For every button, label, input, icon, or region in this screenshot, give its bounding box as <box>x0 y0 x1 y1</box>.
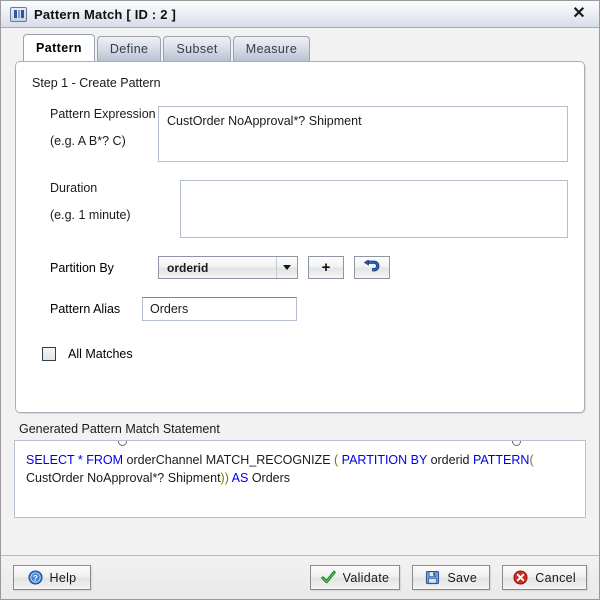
dialog-button-bar: ? Help Validate Save Cancel <box>1 555 599 599</box>
sql-token: PARTITION BY <box>341 453 428 467</box>
partition-by-row: Partition By orderid + <box>32 256 568 279</box>
sql-token: Orders <box>248 471 291 485</box>
pattern-match-icon <box>10 6 27 22</box>
pattern-alias-row: Pattern Alias Orders <box>32 297 568 321</box>
save-button-label: Save <box>447 570 478 585</box>
pattern-expression-labels: Pattern Expression (e.g. A B*? C) <box>32 106 158 149</box>
tab-measure[interactable]: Measure <box>232 36 311 61</box>
help-button-label: Help <box>49 570 77 585</box>
help-button[interactable]: ? Help <box>13 565 91 590</box>
sql-token: ( <box>529 453 534 467</box>
partition-by-select[interactable]: orderid <box>158 256 298 279</box>
close-icon[interactable]: ✕ <box>569 4 589 24</box>
pattern-alias-input[interactable]: Orders <box>142 297 297 321</box>
chevron-down-icon <box>276 257 297 278</box>
help-icon: ? <box>28 570 43 585</box>
tab-subset[interactable]: Subset <box>163 36 231 61</box>
save-button[interactable]: Save <box>412 565 491 590</box>
pattern-tab-panel: Step 1 - Create Pattern Pattern Expressi… <box>15 61 585 413</box>
pattern-expression-row: Pattern Expression (e.g. A B*? C) CustOr… <box>32 106 568 162</box>
pattern-expression-label: Pattern Expression <box>50 107 156 121</box>
svg-text:?: ? <box>32 573 37 583</box>
sql-token: AS <box>231 471 249 485</box>
duration-labels: Duration (e.g. 1 minute) <box>32 180 158 223</box>
validate-button-label: Validate <box>342 570 390 585</box>
validate-button[interactable]: Validate <box>309 565 401 590</box>
floppy-disk-icon <box>426 570 440 585</box>
duration-input[interactable] <box>180 180 568 238</box>
duration-hint: (e.g. 1 minute) <box>50 208 131 222</box>
sql-token-list: SELECT * FROM orderChannel MATCH_RECOGNI… <box>26 453 534 485</box>
partition-by-label: Partition By <box>50 260 114 275</box>
cancel-icon <box>513 570 528 585</box>
partition-by-value: orderid <box>167 260 209 275</box>
window-title: Pattern Match [ ID : 2 ] <box>34 6 177 22</box>
sql-token: orderid <box>427 453 473 467</box>
generated-statement-label: Generated Pattern Match Statement <box>19 422 220 436</box>
sql-token: SELECT <box>26 453 75 467</box>
cancel-button-label: Cancel <box>535 570 576 585</box>
sql-token: PATTERN <box>472 453 530 467</box>
checkmark-icon <box>321 570 336 584</box>
step-title: Step 1 - Create Pattern <box>32 76 161 90</box>
all-matches-label: All Matches <box>68 347 133 361</box>
tab-pattern[interactable]: Pattern <box>23 34 95 61</box>
pattern-expression-hint: (e.g. A B*? C) <box>50 134 126 148</box>
cancel-button[interactable]: Cancel <box>502 565 587 590</box>
pattern-alias-label: Pattern Alias <box>50 302 121 316</box>
add-partition-button[interactable]: + <box>308 256 344 279</box>
all-matches-row: All Matches <box>32 347 568 361</box>
tabstrip: Pattern Define Subset Measure <box>1 34 599 61</box>
tab-define[interactable]: Define <box>96 36 162 61</box>
pattern-match-dialog: Pattern Match [ ID : 2 ] ✕ Pattern Defin… <box>0 0 600 600</box>
statement-marker-right <box>512 441 521 446</box>
undo-icon <box>363 260 381 275</box>
undo-partition-button[interactable] <box>354 256 390 279</box>
generated-statement-text[interactable]: SELECT * FROM orderChannel MATCH_RECOGNI… <box>14 440 586 518</box>
sql-token: FROM <box>86 453 124 467</box>
pattern-expression-input[interactable]: CustOrder NoApproval*? Shipment <box>158 106 568 162</box>
all-matches-checkbox[interactable] <box>42 347 56 361</box>
duration-label: Duration <box>50 181 98 195</box>
duration-row: Duration (e.g. 1 minute) <box>32 180 568 238</box>
window-titlebar: Pattern Match [ ID : 2 ] ✕ <box>1 1 599 28</box>
sql-token: CustOrder NoApproval*? Shipment <box>26 471 221 485</box>
sql-token: )) <box>220 471 229 485</box>
statement-marker-left <box>118 441 127 446</box>
sql-token: orderChannel MATCH_RECOGNIZE <box>123 453 334 467</box>
